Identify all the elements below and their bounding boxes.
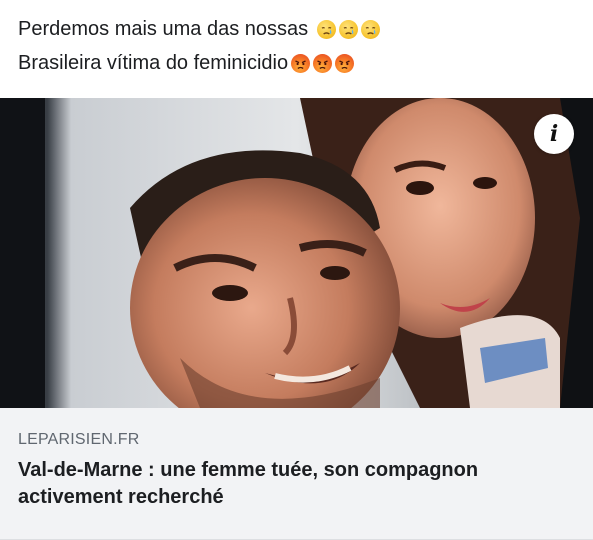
post-line-1: Perdemos mais uma das nossas	[18, 12, 578, 46]
post-text: Perdemos mais uma das nossas Brasileira …	[18, 12, 578, 80]
info-button[interactable]: i	[534, 114, 574, 154]
post-text-line-1: Perdemos mais uma das nossas	[18, 18, 309, 40]
crying-face-emoji-icon	[339, 19, 359, 39]
article-photo[interactable]: i	[0, 98, 593, 408]
angry-face-emoji-icon	[313, 53, 333, 73]
post-text-line-2: Brasileira vítima do feminicidio	[18, 52, 289, 74]
post-line-2: Brasileira vítima do feminicidio	[18, 46, 578, 80]
angry-face-emoji-icon	[291, 53, 311, 73]
angry-face-emoji-icon	[335, 53, 355, 73]
info-icon: i	[549, 121, 559, 147]
couple-photo-illustration	[0, 98, 593, 408]
crying-emoji-group	[314, 19, 381, 39]
crying-face-emoji-icon	[317, 19, 337, 39]
link-preview[interactable]: LEPARISIEN.FR Val-de-Marne : une femme t…	[0, 408, 593, 540]
link-headline[interactable]: Val-de-Marne : une femme tuée, son compa…	[18, 457, 568, 511]
angry-emoji-group	[288, 53, 355, 73]
crying-face-emoji-icon	[361, 19, 381, 39]
link-domain: LEPARISIEN.FR	[18, 431, 140, 448]
